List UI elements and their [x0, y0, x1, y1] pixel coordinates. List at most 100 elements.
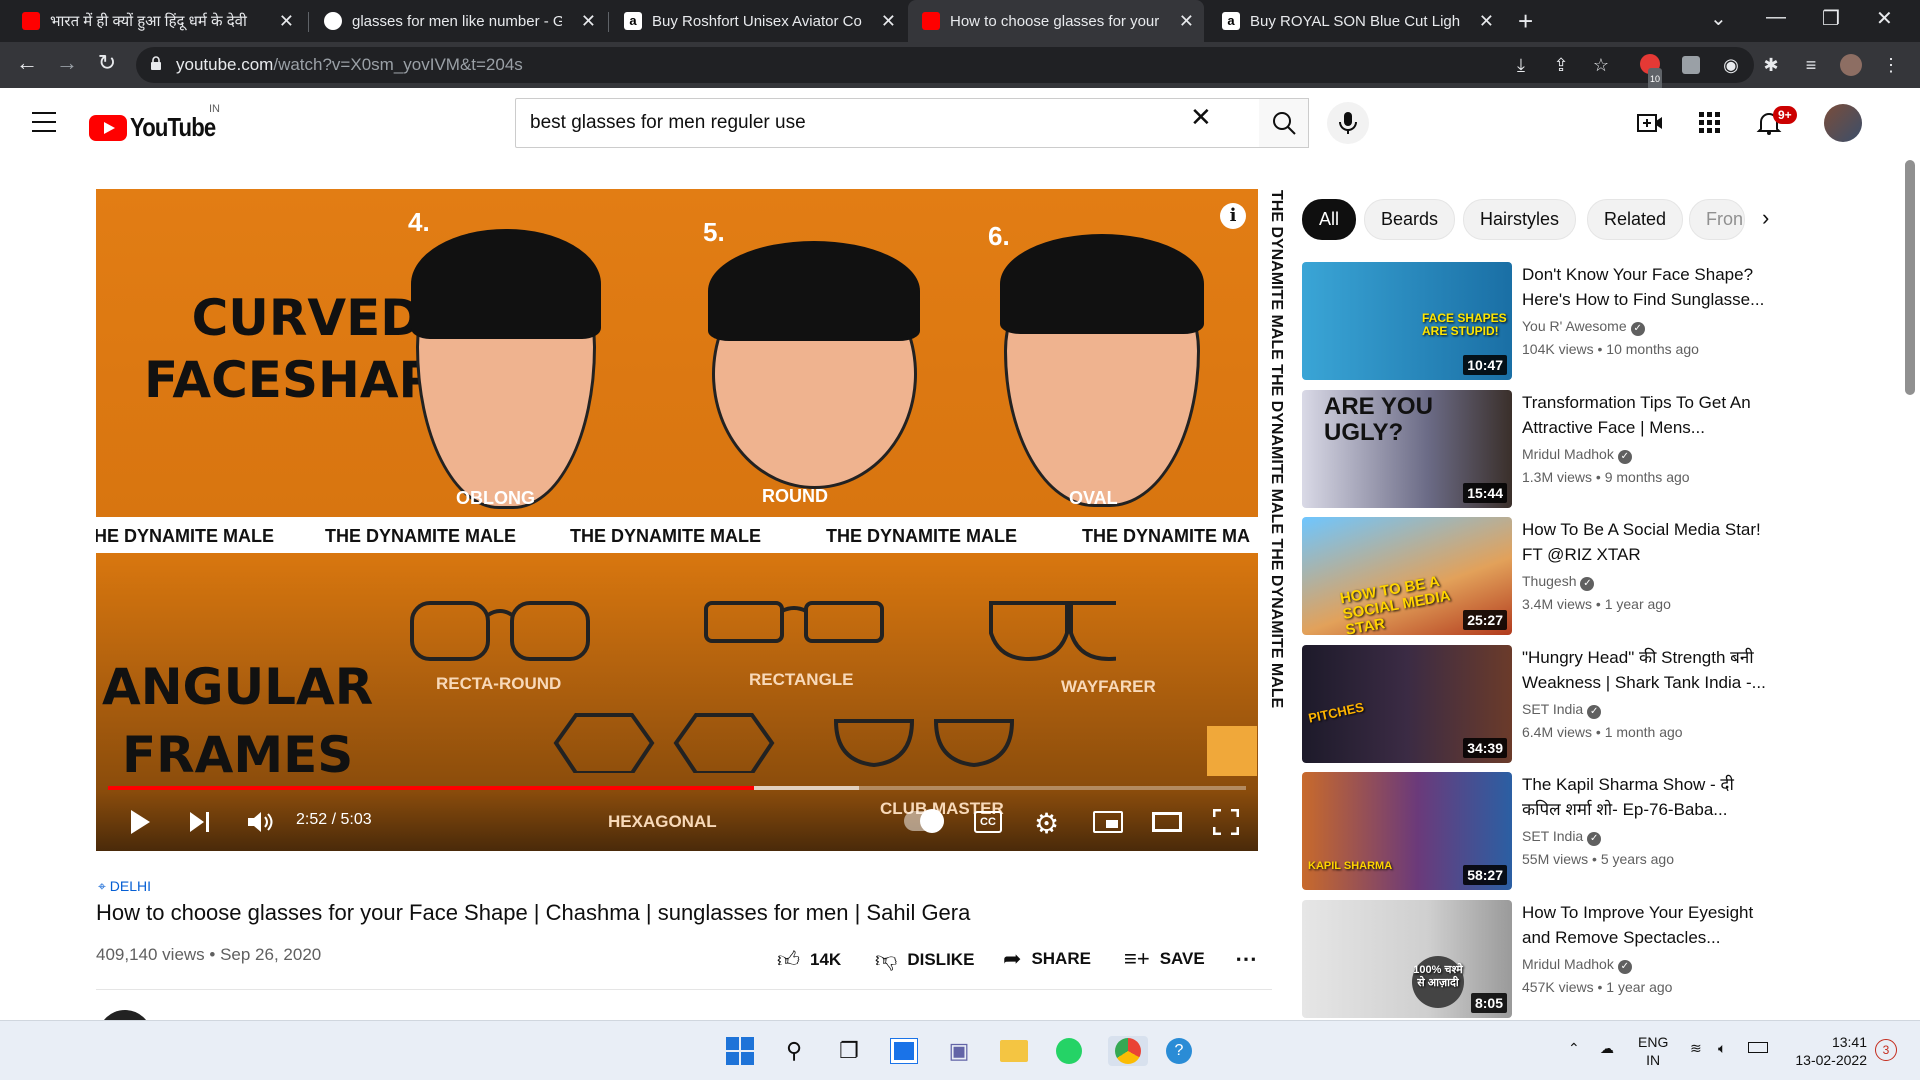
teams-chat-icon[interactable]: ▣	[943, 1036, 975, 1066]
volume-icon[interactable]	[246, 809, 274, 835]
media-control-icon[interactable]: ≡	[1800, 54, 1822, 76]
menu-icon[interactable]	[32, 112, 56, 139]
recommendation-title[interactable]: Don't Know Your Face Shape? Here's How t…	[1522, 262, 1777, 312]
close-icon[interactable]: ✕	[581, 11, 596, 32]
recommendation-title[interactable]: The Kapil Sharma Show - दी कपिल शर्मा शो…	[1522, 772, 1777, 822]
like-button[interactable]: 👍︎ 14K	[777, 946, 841, 973]
wifi-icon[interactable]: ≋	[1690, 1039, 1702, 1057]
chevron-right-icon[interactable]: ›	[1762, 205, 1769, 231]
miniplayer-icon[interactable]	[1093, 811, 1123, 833]
apps-grid-icon[interactable]	[1697, 110, 1723, 136]
browser-tab-3[interactable]: a Buy Roshfort Unisex Aviator Com ✕	[610, 0, 906, 42]
progress-bar[interactable]	[108, 786, 1246, 790]
page-scrollbar[interactable]	[1905, 160, 1915, 395]
tray-overflow-chevron-icon[interactable]: ⌃	[1568, 1039, 1580, 1057]
new-tab-button[interactable]: +	[1518, 6, 1533, 37]
location-tag[interactable]: ⌖ DELHI	[98, 878, 151, 895]
minimize-button[interactable]: —	[1766, 6, 1786, 29]
chip-beards[interactable]: Beards	[1364, 199, 1456, 240]
recommendation-title[interactable]: How To Be A Social Media Star! FT @RIZ X…	[1522, 517, 1777, 567]
autoplay-toggle[interactable]	[904, 809, 944, 833]
close-icon[interactable]: ✕	[881, 11, 896, 32]
channel-name[interactable]: Thugesh ✓	[1522, 573, 1595, 591]
browser-tab-2[interactable]: glasses for men like number - Go ✕	[310, 0, 606, 42]
language-indicator[interactable]: ENG IN	[1638, 1033, 1668, 1069]
recommendation-title[interactable]: "Hungry Head" की Strength बनी Weakness |…	[1522, 645, 1777, 695]
recommendation-item[interactable]: FACE SHAPES ARE STUPID! 10:47 Don't Know…	[1302, 262, 1772, 380]
video-thumbnail[interactable]: FACE SHAPES ARE STUPID! 10:47	[1302, 262, 1512, 380]
notification-center-badge[interactable]: 3	[1875, 1039, 1897, 1061]
close-icon[interactable]: ✕	[279, 11, 294, 32]
save-button[interactable]: ≡+ SAVE	[1124, 946, 1205, 972]
recommendation-item[interactable]: HOW TO BE A SOCIAL MEDIA STAR 25:27 How …	[1302, 517, 1772, 635]
close-icon[interactable]: ✕	[1479, 11, 1494, 32]
fullscreen-icon[interactable]	[1213, 809, 1239, 835]
file-explorer-icon[interactable]	[998, 1036, 1030, 1066]
chip-related[interactable]: Related	[1587, 199, 1684, 240]
dislike-button[interactable]: 👎︎ DISLIKE	[875, 946, 974, 973]
settings-gear-icon[interactable]: ⚙	[1034, 807, 1059, 840]
clear-search-icon[interactable]: ✕	[1190, 102, 1212, 133]
recommendation-item[interactable]: KAPIL SHARMA 58:27 The Kapil Sharma Show…	[1302, 772, 1772, 890]
search-button[interactable]	[1259, 98, 1309, 148]
next-video-icon[interactable]	[188, 809, 212, 835]
video-thumbnail[interactable]: KAPIL SHARMA 58:27	[1302, 772, 1512, 890]
video-thumbnail[interactable]: HOW TO BE A SOCIAL MEDIA STAR 25:27	[1302, 517, 1512, 635]
tab-search-icon[interactable]: ⌄	[1710, 6, 1727, 31]
forward-button[interactable]: →	[52, 50, 82, 76]
chip-from[interactable]: Fron	[1689, 199, 1745, 240]
channel-name[interactable]: Mridul Madhok ✓	[1522, 956, 1632, 974]
recommendation-title[interactable]: How To Improve Your Eyesight and Remove …	[1522, 900, 1777, 950]
channel-name[interactable]: You R' Awesome ✓	[1522, 318, 1645, 336]
adblock-extension-icon[interactable]: 10	[1640, 54, 1663, 90]
video-thumbnail[interactable]: ARE YOU UGLY? 15:44	[1302, 390, 1512, 508]
battery-icon[interactable]	[1748, 1039, 1768, 1057]
windows-start-icon[interactable]	[724, 1036, 756, 1066]
channel-name[interactable]: Mridul Madhok ✓	[1522, 446, 1632, 464]
browser-tab-1[interactable]: भारत में ही क्यों हुआ हिंदू धर्म के देवी…	[8, 0, 304, 42]
chip-hairstyles[interactable]: Hairstyles	[1463, 199, 1577, 240]
theater-mode-icon[interactable]	[1152, 812, 1182, 832]
video-info-icon[interactable]: i	[1220, 203, 1246, 229]
account-avatar[interactable]	[1824, 104, 1862, 142]
browser-tab-4-active[interactable]: How to choose glasses for your F ✕	[908, 0, 1204, 42]
captions-icon[interactable]: CC	[974, 811, 1002, 833]
menu-kebab-icon[interactable]: ⋮	[1880, 54, 1902, 76]
maximize-button[interactable]: ❐	[1822, 6, 1840, 31]
share-icon[interactable]: ⇪	[1550, 54, 1572, 76]
search-input[interactable]: best glasses for men reguler use	[515, 98, 1260, 148]
create-video-icon[interactable]	[1637, 110, 1663, 136]
extension-icon-2[interactable]: ◉	[1720, 54, 1742, 76]
youtube-logo[interactable]: YouTube IN	[89, 103, 230, 143]
more-actions-icon[interactable]: ⋯	[1235, 946, 1257, 972]
video-player[interactable]: CURVED FACESHAPE 4. 5. 6. OBLONG ROUND O…	[96, 189, 1258, 851]
chip-all[interactable]: All	[1302, 199, 1357, 240]
browser-tab-5[interactable]: a Buy ROYAL SON Blue Cut Light/R ✕	[1208, 0, 1504, 42]
recommendation-item[interactable]: ARE YOU UGLY? 15:44 Transformation Tips …	[1302, 390, 1772, 508]
recommendation-item[interactable]: PITCHES 34:39 "Hungry Head" की Strength …	[1302, 645, 1772, 763]
widgets-icon[interactable]	[888, 1036, 920, 1066]
video-thumbnail[interactable]: PITCHES 34:39	[1302, 645, 1512, 763]
back-button[interactable]: ←	[12, 50, 42, 76]
reload-button[interactable]: ↻	[92, 50, 122, 76]
help-app-icon[interactable]: ?	[1163, 1036, 1195, 1066]
extension-icon[interactable]	[1680, 54, 1702, 76]
video-thumbnail[interactable]: 100% चश्मे से आज़ादी 8:05	[1302, 900, 1512, 1018]
clock[interactable]: 13:41 13-02-2022	[1787, 1033, 1867, 1069]
recommendation-title[interactable]: Transformation Tips To Get An Attractive…	[1522, 390, 1777, 440]
close-window-button[interactable]: ✕	[1876, 6, 1893, 31]
share-button[interactable]: ➦ SHARE	[1003, 946, 1091, 972]
whatsapp-icon[interactable]	[1053, 1036, 1085, 1066]
speaker-icon[interactable]: 🔈︎	[1718, 1039, 1726, 1057]
recommendation-item[interactable]: 100% चश्मे से आज़ादी 8:05 How To Improve…	[1302, 900, 1772, 1018]
bookmark-star-icon[interactable]: ☆	[1590, 54, 1612, 76]
profile-avatar[interactable]	[1840, 54, 1862, 76]
channel-name[interactable]: SET India ✓	[1522, 701, 1602, 719]
chrome-icon[interactable]	[1108, 1036, 1148, 1066]
task-view-icon[interactable]: ❐	[833, 1036, 865, 1066]
close-icon[interactable]: ✕	[1179, 11, 1194, 32]
channel-name[interactable]: SET India ✓	[1522, 828, 1602, 846]
onedrive-icon[interactable]: ☁	[1600, 1039, 1614, 1057]
search-icon[interactable]: ⚲	[778, 1036, 810, 1066]
voice-search-button[interactable]	[1327, 102, 1369, 144]
